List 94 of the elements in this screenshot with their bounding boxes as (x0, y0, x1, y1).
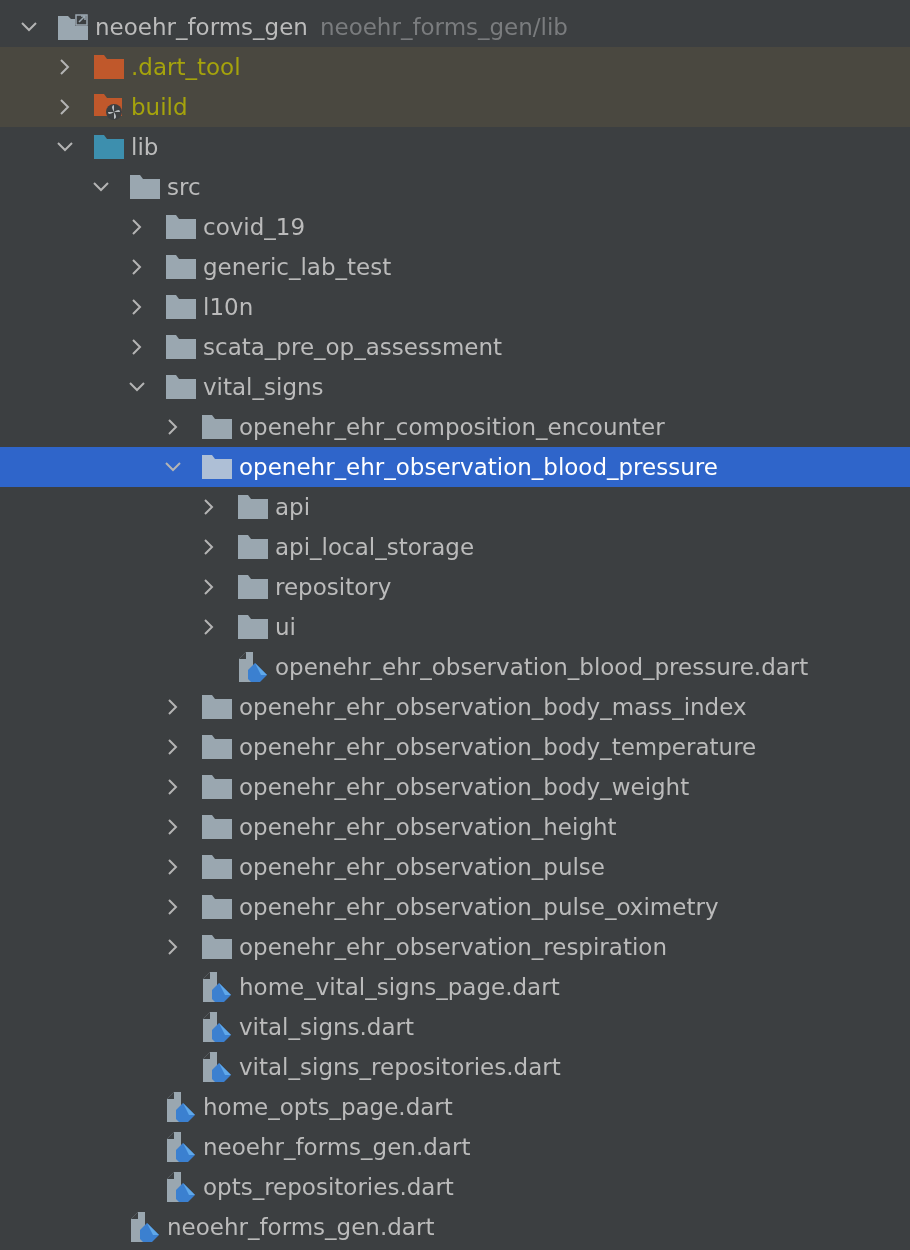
tree-row[interactable]: opts_repositories.dart (0, 1167, 910, 1207)
file-name: openehr_ehr_observation_blood_pressure.dart (275, 652, 809, 682)
folder-icon (166, 295, 196, 319)
folder-icon (202, 815, 232, 839)
tree-row[interactable]: neoehr_forms_gen neoehr_forms_gen/lib (0, 7, 910, 47)
dart-file-icon (203, 972, 231, 1002)
folder-icon (166, 255, 196, 279)
folder-icon (202, 935, 232, 959)
tree-row[interactable]: build (0, 87, 910, 127)
dart-file-icon (167, 1132, 195, 1162)
folder-name: src (167, 172, 201, 202)
file-name: opts_repositories.dart (203, 1172, 454, 1202)
folder-name: openehr_ehr_composition_encounter (239, 412, 665, 442)
tree-row[interactable]: src (0, 167, 910, 207)
tree-row[interactable]: openehr_ehr_observation_pulse (0, 847, 910, 887)
tree-row[interactable]: openehr_ehr_observation_body_weight (0, 767, 910, 807)
folder-icon (166, 375, 196, 399)
file-name: home_opts_page.dart (203, 1092, 453, 1122)
folder-name: openehr_ehr_observation_body_weight (239, 772, 690, 802)
folder-name: openehr_ehr_observation_pulse_oximetry (239, 892, 719, 922)
tree-row[interactable]: openehr_ehr_observation_height (0, 807, 910, 847)
file-name: neoehr_forms_gen.dart (167, 1212, 435, 1242)
tree-row[interactable]: vital_signs.dart (0, 1007, 910, 1047)
folder-name: build (131, 92, 188, 122)
dart-file-icon (131, 1212, 159, 1242)
folder-icon (94, 135, 124, 159)
folder-icon (238, 535, 268, 559)
folder-name: scata_pre_op_assessment (203, 332, 503, 362)
tree-row[interactable]: scata_pre_op_assessment (0, 327, 910, 367)
tree-row[interactable]: generic_lab_test (0, 247, 910, 287)
tree-row[interactable]: neoehr_forms_gen.dart (0, 1127, 910, 1167)
folder-icon (94, 55, 124, 79)
file-name: vital_signs.dart (239, 1012, 414, 1042)
folder-icon (202, 855, 232, 879)
tree-row[interactable]: openehr_ehr_observation_respiration (0, 927, 910, 967)
tree-row[interactable]: covid_19 (0, 207, 910, 247)
folder-name: l10n (203, 292, 254, 322)
tree-row[interactable]: ui (0, 607, 910, 647)
folder-with-fan-icon (94, 94, 124, 120)
folder-icon (202, 775, 232, 799)
folder-icon (130, 175, 160, 199)
file-name: vital_signs_repositories.dart (239, 1052, 561, 1082)
folder-name: api (275, 492, 311, 522)
folder-name: openehr_ehr_observation_respiration (239, 932, 667, 962)
tree-row[interactable]: vital_signs (0, 367, 910, 407)
folder-icon (202, 895, 232, 919)
folder-icon (238, 615, 268, 639)
dart-file-icon (239, 652, 267, 682)
tree-row[interactable]: openehr_ehr_observation_pulse_oximetry (0, 887, 910, 927)
folder-name: generic_lab_test (203, 252, 392, 282)
folder-name: openehr_ehr_observation_body_mass_index (239, 692, 747, 722)
file-name: home_vital_signs_page.dart (239, 972, 560, 1002)
tree-row[interactable]: openehr_ehr_observation_body_temperature (0, 727, 910, 767)
folder-name: openehr_ehr_observation_height (239, 812, 617, 842)
folder-name: vital_signs (203, 372, 324, 402)
tree-row[interactable]: neoehr_forms_gen.dart (0, 1207, 910, 1247)
tree-row[interactable]: home_opts_page.dart (0, 1087, 910, 1127)
folder-name: openehr_ehr_observation_blood_pressure (239, 452, 718, 482)
folder-name: openehr_ehr_observation_body_temperature (239, 732, 757, 762)
tree-row[interactable]: openehr_ehr_observation_body_mass_index (0, 687, 910, 727)
folder-name: ui (275, 612, 296, 642)
dart-file-icon (203, 1052, 231, 1082)
folder-icon (238, 495, 268, 519)
folder-name: .dart_tool (131, 52, 241, 82)
tree-row[interactable]: .dart_tool (0, 47, 910, 87)
folder-icon (202, 455, 232, 479)
folder-name: neoehr_forms_gen (95, 12, 308, 42)
folder-icon (202, 415, 232, 439)
tree-row[interactable]: api (0, 487, 910, 527)
tree-row[interactable]: api_local_storage (0, 527, 910, 567)
tree-row[interactable]: repository (0, 567, 910, 607)
folder-path: neoehr_forms_gen/lib (319, 12, 568, 42)
file-name: neoehr_forms_gen.dart (203, 1132, 471, 1162)
folder-icon (202, 695, 232, 719)
dart-file-icon (203, 1012, 231, 1042)
folder-icon (202, 735, 232, 759)
tree-row[interactable]: openehr_ehr_observation_blood_pressure.dart (0, 647, 910, 687)
tree-row[interactable]: l10n (0, 287, 910, 327)
folder-name: repository (275, 572, 392, 602)
folder-name: api_local_storage (275, 532, 475, 562)
tree-row[interactable]: vital_signs_repositories.dart (0, 1047, 910, 1087)
folder-name: lib (131, 132, 159, 162)
module-folder-icon (58, 14, 88, 40)
folder-icon (166, 335, 196, 359)
folder-name: covid_19 (203, 212, 306, 242)
dart-file-icon (167, 1092, 195, 1122)
tree-row[interactable]: openehr_ehr_composition_encounter (0, 407, 910, 447)
tree-row[interactable]: home_vital_signs_page.dart (0, 967, 910, 1007)
folder-icon (238, 575, 268, 599)
tree-row[interactable]: openehr_ehr_observation_blood_pressure (0, 447, 910, 487)
folder-name: openehr_ehr_observation_pulse (239, 852, 605, 882)
folder-icon (166, 215, 196, 239)
dart-file-icon (167, 1172, 195, 1202)
tree-row[interactable]: lib (0, 127, 910, 167)
